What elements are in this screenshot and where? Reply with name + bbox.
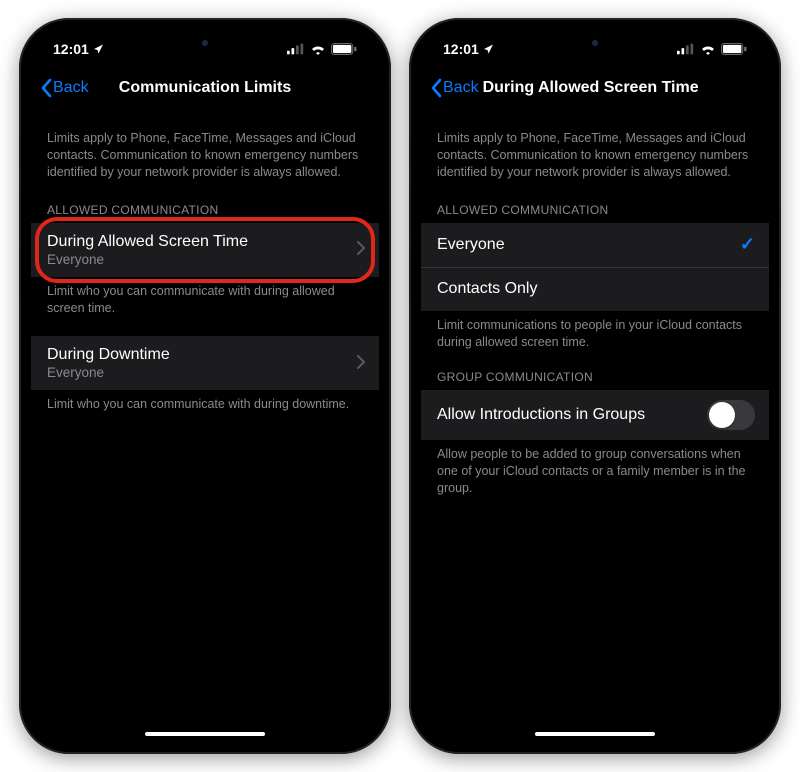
section-header-group: GROUP COMMUNICATION — [421, 370, 769, 390]
section-footer: Limit communications to people in your i… — [421, 311, 769, 371]
screen-left: 12:01 Back Communication Limits Limits a… — [31, 30, 379, 742]
section-header-allowed: ALLOWED COMMUNICATION — [31, 203, 379, 223]
row-during-downtime[interactable]: During Downtime Everyone — [31, 336, 379, 390]
option-contacts-only[interactable]: Contacts Only — [421, 267, 769, 311]
row-allow-introductions[interactable]: Allow Introductions in Groups — [421, 390, 769, 440]
row-title: During Downtime — [47, 346, 170, 364]
location-arrow-icon — [483, 43, 495, 55]
row-title: During Allowed Screen Time — [47, 233, 248, 251]
content: Limits apply to Phone, FaceTime, Message… — [421, 114, 769, 742]
content: Limits apply to Phone, FaceTime, Message… — [31, 114, 379, 742]
toggle-knob — [709, 402, 735, 428]
chevron-right-icon — [357, 355, 365, 372]
row-footer: Limit who you can communicate with durin… — [31, 390, 379, 433]
row-subtitle: Everyone — [47, 252, 248, 267]
row-during-allowed-screen-time[interactable]: During Allowed Screen Time Everyone — [31, 223, 379, 277]
section-footer: Allow people to be added to group conver… — [421, 440, 769, 517]
intro-text: Limits apply to Phone, FaceTime, Message… — [421, 130, 769, 203]
location-arrow-icon — [93, 43, 105, 55]
row-footer: Limit who you can communicate with durin… — [31, 277, 379, 337]
notch — [120, 30, 290, 56]
page-title: During Allowed Screen Time — [483, 79, 699, 97]
option-label: Contacts Only — [437, 280, 537, 298]
row-subtitle: Everyone — [47, 365, 170, 380]
battery-icon — [721, 43, 747, 55]
toggle-label: Allow Introductions in Groups — [437, 406, 645, 424]
nav-bar: Back Communication Limits — [31, 68, 379, 108]
battery-icon — [331, 43, 357, 55]
home-indicator[interactable] — [145, 732, 265, 736]
intro-text: Limits apply to Phone, FaceTime, Message… — [31, 130, 379, 203]
cellular-icon — [677, 43, 695, 55]
cellular-icon — [287, 43, 305, 55]
screen-right: 12:01 Back During Allowed Screen Time Li… — [421, 30, 769, 742]
phone-mockup-right: 12:01 Back During Allowed Screen Time Li… — [409, 18, 781, 754]
back-button[interactable]: Back — [429, 78, 479, 98]
status-time: 12:01 — [53, 41, 89, 57]
back-label: Back — [443, 79, 479, 97]
home-indicator[interactable] — [535, 732, 655, 736]
section-header-allowed: ALLOWED COMMUNICATION — [421, 203, 769, 223]
wifi-icon — [310, 43, 326, 55]
notch — [510, 30, 680, 56]
option-everyone[interactable]: Everyone ✓ — [421, 223, 769, 267]
nav-bar: Back During Allowed Screen Time — [421, 68, 769, 108]
toggle-switch[interactable] — [707, 400, 755, 430]
chevron-right-icon — [357, 241, 365, 258]
phone-mockup-left: 12:01 Back Communication Limits Limits a… — [19, 18, 391, 754]
option-label: Everyone — [437, 236, 505, 254]
checkmark-icon: ✓ — [740, 234, 755, 255]
back-button[interactable]: Back — [39, 78, 89, 98]
wifi-icon — [700, 43, 716, 55]
back-label: Back — [53, 79, 89, 97]
status-time: 12:01 — [443, 41, 479, 57]
